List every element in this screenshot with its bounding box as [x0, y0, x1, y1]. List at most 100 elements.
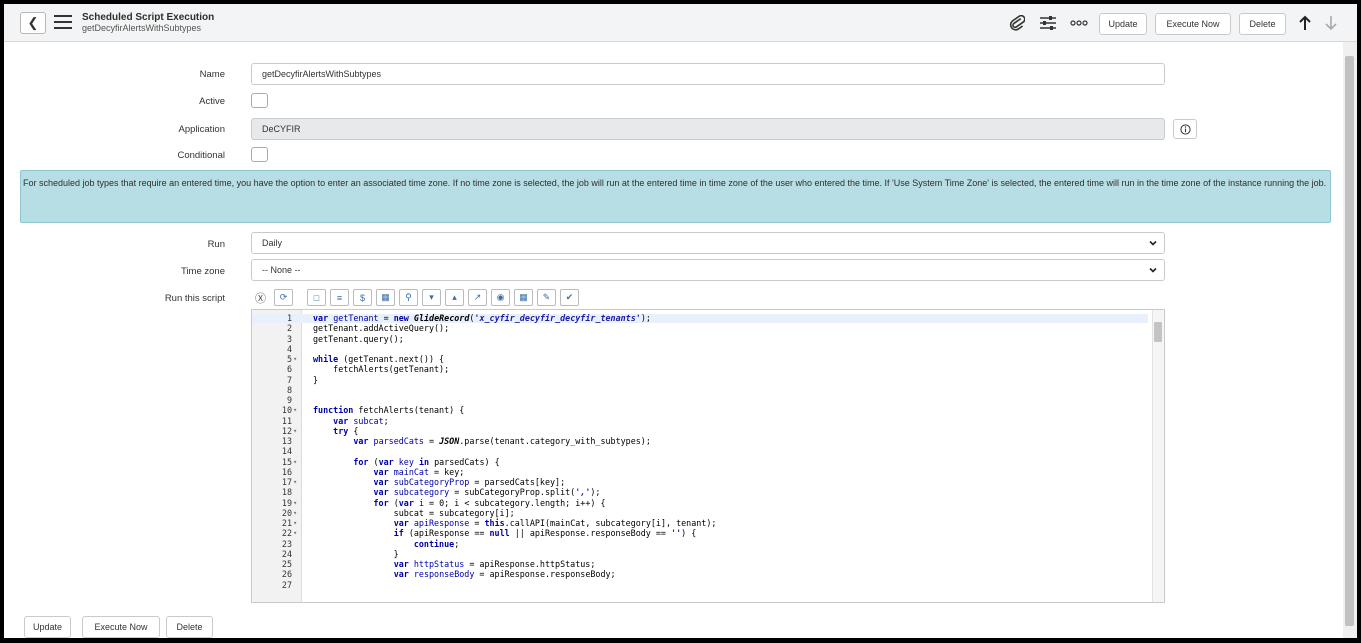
line-number: 12	[281, 425, 292, 436]
code-line[interactable]: 8	[252, 385, 1148, 395]
footer-update-button[interactable]: Update	[24, 616, 71, 638]
code-line[interactable]: 7}	[252, 374, 1148, 385]
comment-selected-code-icon[interactable]: □	[307, 289, 326, 306]
code-line[interactable]: 21 ▾ var apiResponse = this.callAPI(mainC…	[252, 518, 1148, 528]
code-line[interactable]: 13 var parsedCats = JSON.parse(tenant.ca…	[252, 436, 1148, 446]
fold-toggle-icon[interactable]: ▾	[293, 529, 297, 538]
back-button[interactable]: ❮	[20, 12, 46, 34]
code-text: function fetchAlerts(tenant) {	[313, 405, 465, 416]
editor-scroll-thumb[interactable]	[1154, 322, 1162, 342]
help-icon[interactable]: Ⓧ	[251, 289, 270, 306]
code-line[interactable]: 23 continue;	[252, 539, 1148, 549]
attachment-icon[interactable]	[1009, 15, 1025, 31]
line-number: 14	[281, 446, 292, 457]
fold-toggle-icon[interactable]: ▾	[293, 519, 297, 528]
code-text: var httpStatus = apiResponse.httpStatus;	[393, 559, 596, 569]
search-icon[interactable]: ⚲	[399, 289, 418, 306]
script-debugger-icon[interactable]: ◉	[491, 289, 510, 306]
code-text: getTenant.query();	[313, 333, 404, 344]
footer-delete-button[interactable]: Delete	[166, 616, 213, 638]
arrow-up-icon[interactable]	[1298, 15, 1312, 31]
code-line[interactable]: 26 var responseBody = apiResponse.respon…	[252, 569, 1148, 579]
code-line[interactable]: 17 ▾ var subCategoryProp = parsedCats[key…	[252, 477, 1148, 487]
toggle-full-screen-icon[interactable]: ↗	[468, 289, 487, 306]
code-line[interactable]: 11 var subcat;	[252, 415, 1148, 426]
line-number: 11	[281, 415, 292, 426]
arrow-down-icon[interactable]	[1324, 15, 1338, 31]
line-number: 1	[286, 313, 292, 323]
fold-toggle-icon[interactable]: ▾	[293, 499, 297, 508]
code-line[interactable]: 15 ▾ for (var key in parsedCats) {	[252, 457, 1148, 467]
fold-toggle-icon[interactable]: ▾	[293, 427, 297, 436]
name-input[interactable]: getDecyfirAlertsWithSubtypes	[251, 63, 1165, 85]
application-info-button[interactable]	[1173, 119, 1197, 139]
code-line[interactable]: 5 ▾ while (getTenant.next()) {	[252, 354, 1148, 364]
line-number: 27	[281, 579, 292, 590]
active-label: Active	[199, 96, 225, 107]
syntax-check-icon[interactable]: ✔	[560, 289, 579, 306]
save-icon[interactable]: ▦	[514, 289, 533, 306]
header-execute-now-button[interactable]: Execute Now	[1155, 13, 1231, 35]
name-label: Name	[199, 69, 225, 80]
conditional-checkbox[interactable]	[251, 147, 268, 162]
fold-toggle-icon[interactable]: ▾	[293, 509, 297, 518]
code-line[interactable]: 4	[252, 343, 1148, 354]
code-line[interactable]: 24 }	[252, 549, 1148, 559]
code-text: fetchAlerts(getTenant);	[313, 364, 450, 375]
settings-sliders-icon[interactable]	[1039, 15, 1057, 31]
fold-toggle-icon[interactable]: ▾	[293, 478, 297, 487]
script-editor-toolbar: Ⓧ ⟳ □ ≡ $ ▦ ⚲ ▾ ▴ ↗ ◉ ▦ ✎ ✔	[251, 289, 579, 307]
code-line[interactable]: 18 var subcategory = subCategoryProp.spl…	[252, 487, 1148, 497]
code-line[interactable]: 20 ▾ subcat = subcategory[i];	[252, 508, 1148, 518]
code-line[interactable]: 10 ▾ function fetchAlerts(tenant) {	[252, 405, 1148, 416]
code-line[interactable]: 22 ▾ if (apiResponse == null || apiRespon…	[252, 528, 1148, 538]
find-previous-icon[interactable]: ▴	[445, 289, 464, 306]
application-field: DeCYFIR	[251, 118, 1165, 140]
code-line[interactable]: 16 var mainCat = key;	[252, 467, 1148, 477]
replace-icon[interactable]: $	[353, 289, 372, 306]
line-number: 4	[286, 343, 292, 354]
fold-toggle-icon[interactable]: ▾	[293, 406, 297, 415]
code-line[interactable]: 1 var getTenant = new GlideRecord('x_cyfi…	[252, 313, 1148, 324]
time-zone-info-message: For scheduled job types that require an …	[20, 170, 1331, 223]
script-editor[interactable]: 1 var getTenant = new GlideRecord('x_cyfi…	[251, 309, 1165, 603]
code-line[interactable]: 27	[252, 579, 1148, 590]
run-select[interactable]: Daily	[251, 232, 1165, 254]
more-options-icon[interactable]	[1070, 19, 1088, 27]
toggle-syntax-highlighting-icon[interactable]: ⟳	[274, 289, 293, 306]
time-zone-select[interactable]: -- None --	[251, 259, 1165, 281]
hamburger-menu-icon[interactable]	[54, 15, 72, 29]
line-number: 3	[286, 333, 292, 344]
code-text: for (var i = 0; i < subcategory.length; …	[373, 497, 606, 508]
code-line[interactable]: 12 ▾ try {	[252, 425, 1148, 436]
code-line[interactable]: 14	[252, 446, 1148, 457]
code-text: while (getTenant.next()) {	[313, 354, 445, 364]
code-line[interactable]: 25 var httpStatus = apiResponse.httpStat…	[252, 559, 1148, 569]
code-line[interactable]: 6 fetchAlerts(getTenant);	[252, 364, 1148, 375]
form-header: ❮ Scheduled Script Execution getDecyfirA…	[4, 4, 1357, 42]
code-line[interactable]: 9	[252, 395, 1148, 405]
line-number: 25	[281, 559, 292, 569]
active-checkbox[interactable]	[251, 93, 268, 108]
editor-scrollbar[interactable]	[1152, 310, 1164, 602]
code-text: getTenant.addActiveQuery();	[313, 323, 450, 334]
chevron-down-icon	[1149, 240, 1157, 246]
footer-execute-now-button[interactable]: Execute Now	[82, 616, 160, 638]
line-number: 19	[281, 497, 292, 508]
page-scroll-thumb[interactable]	[1345, 56, 1354, 626]
code-line[interactable]: 19 ▾ for (var i = 0; i < subcategory.leng…	[252, 497, 1148, 508]
find-next-icon[interactable]: ▾	[422, 289, 441, 306]
code-line[interactable]: 3 getTenant.query();	[252, 333, 1148, 344]
format-code-icon[interactable]: ≡	[330, 289, 349, 306]
line-number: 6	[286, 364, 292, 375]
code-line[interactable]: 2 getTenant.addActiveQuery();	[252, 323, 1148, 334]
code-text: try {	[333, 425, 359, 436]
fold-toggle-icon[interactable]: ▾	[293, 458, 297, 467]
header-update-button[interactable]: Update	[1099, 13, 1147, 35]
code-text: }	[313, 374, 319, 385]
script-tools-icon[interactable]: ✎	[537, 289, 556, 306]
header-delete-button[interactable]: Delete	[1239, 13, 1286, 35]
fold-toggle-icon[interactable]: ▾	[293, 355, 297, 364]
page-scrollbar[interactable]	[1343, 42, 1357, 638]
replace-all-icon[interactable]: ▦	[376, 289, 395, 306]
